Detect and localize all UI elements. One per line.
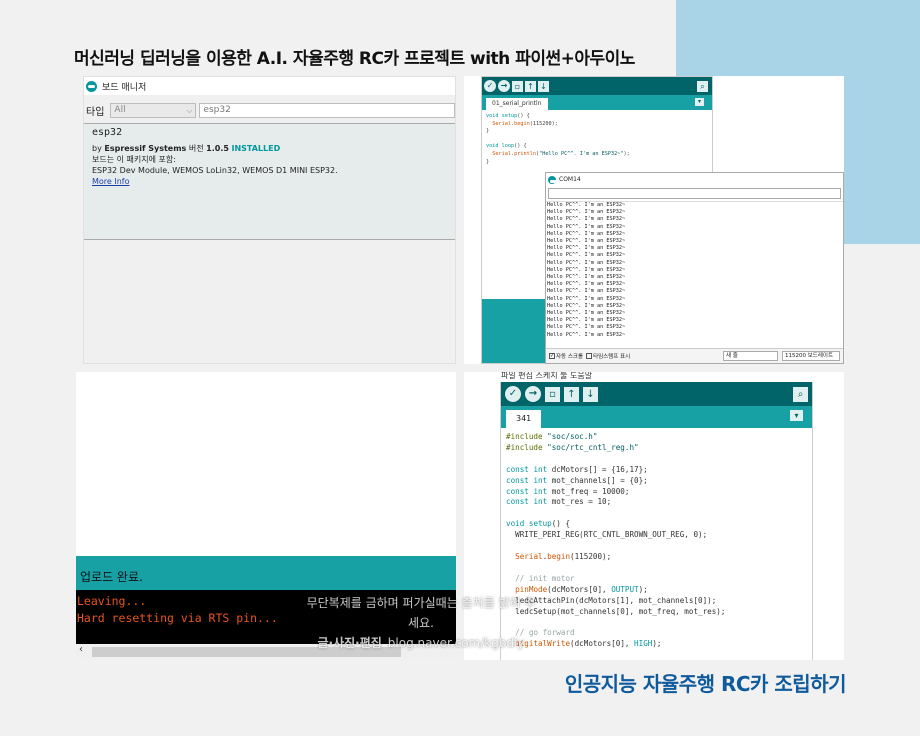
filter-row: 타입 All ⌵ esp32 xyxy=(84,99,455,121)
save-file-icon[interactable]: ↓ xyxy=(583,386,598,402)
serial-output-line: Hello PC^^. I'm an ESP32~ xyxy=(547,238,626,245)
line-ending-select[interactable]: 새 줄 xyxy=(723,351,778,361)
watermark: 무단복제를 금하며 퍼가실때는 출처를 밝혀 주세요. 글·사진·편집 blog.… xyxy=(306,593,536,653)
serial-monitor-icon[interactable]: ⌕ xyxy=(697,80,708,92)
serial-output-line: Hello PC^^. I'm an ESP32~ xyxy=(547,274,626,281)
ide-window: ✓ → ▫ ↑ ↓ ⌕ 341 ▾ #include "soc/soc.h" #… xyxy=(500,382,813,660)
timestamp-checkbox[interactable] xyxy=(586,353,593,359)
code-editor[interactable]: void setup() { Serial.begin(115200); } v… xyxy=(482,110,712,169)
package-meta: by Espressif Systems 버전 1.0.5 INSTALLED xyxy=(92,143,447,154)
upload-status: 업로드 완료. xyxy=(76,556,456,590)
ide-toolbar: ✓ → ▫ ↑ ↓ ⌕ xyxy=(501,382,812,406)
new-file-icon[interactable]: ▫ xyxy=(512,80,523,92)
package-version: 1.0.5 xyxy=(206,144,229,153)
window-titlebar: 보드 매니저 xyxy=(84,77,455,95)
serial-output-line: Hello PC^^. I'm an ESP32~ xyxy=(547,295,626,302)
verify-icon[interactable]: ✓ xyxy=(505,386,521,402)
installed-badge: INSTALLED xyxy=(231,144,281,153)
watermark-line1: 무단복제를 금하며 퍼가실때는 출처를 밝혀 주세요. xyxy=(306,596,536,630)
serial-output-line: Hello PC^^. I'm an ESP32~ xyxy=(547,324,626,331)
window-title: 보드 매니저 xyxy=(102,82,147,93)
upload-icon[interactable]: → xyxy=(498,80,510,92)
serial-output-line: Hello PC^^. I'm an ESP32~ xyxy=(547,331,626,338)
package-name: esp32 xyxy=(92,127,123,138)
code-editor[interactable]: #include "soc/soc.h" #include "soc/rtc_c… xyxy=(501,428,812,660)
serial-title: COM14 xyxy=(559,176,581,183)
serial-panel: ✓ → ▫ ↑ ↓ ⌕ 01_serial_println ▾ void set… xyxy=(464,76,844,364)
open-file-icon[interactable]: ↑ xyxy=(525,80,536,92)
included-label: 보드는 이 패키지에 포함: xyxy=(92,155,176,164)
serial-monitor-window: COM14 Hello PC^^. I'm an ESP32~ Hello PC^… xyxy=(545,172,844,364)
baud-select[interactable]: 115200 보드레이트 xyxy=(782,351,840,361)
tab-menu-icon[interactable]: ▾ xyxy=(790,410,803,421)
version-label: 버전 xyxy=(188,144,204,153)
serial-output-line: Hello PC^^. I'm an ESP32~ xyxy=(547,302,626,309)
by-prefix: by xyxy=(92,144,102,153)
sketch-tab[interactable]: 01_serial_println xyxy=(486,98,548,110)
type-select[interactable]: All ⌵ xyxy=(110,102,197,118)
serial-output-line: Hello PC^^. I'm an ESP32~ xyxy=(547,259,626,266)
ide-toolbar: ✓ → ▫ ↑ ↓ ⌕ xyxy=(482,77,712,95)
serial-output-line: Hello PC^^. I'm an ESP32~ xyxy=(547,223,626,230)
serial-output-line: Hello PC^^. I'm an ESP32~ xyxy=(547,317,626,324)
arduino-logo-icon xyxy=(86,80,97,92)
autoscroll-label: 자동 스크롤 xyxy=(556,354,584,360)
serial-output: Hello PC^^. I'm an ESP32~ Hello PC^^. I'm… xyxy=(546,201,843,341)
serial-output-line: Hello PC^^. I'm an ESP32~ xyxy=(547,266,626,273)
serial-output-line: Hello PC^^. I'm an ESP32~ xyxy=(547,230,626,237)
serial-output-line: Hello PC^^. I'm an ESP32~ xyxy=(547,288,626,295)
serial-output-line: Hello PC^^. I'm an ESP32~ xyxy=(547,252,626,259)
upload-icon[interactable]: → xyxy=(525,386,541,402)
new-file-icon[interactable]: ▫ xyxy=(545,386,560,402)
watermark-credit: 글·사진·편집 xyxy=(317,636,382,650)
serial-output-line: Hello PC^^. I'm an ESP32~ xyxy=(547,310,626,317)
footer-title: 인공지능 자율주행 RC카 조립하기 xyxy=(564,672,847,696)
open-file-icon[interactable]: ↑ xyxy=(564,386,579,402)
type-select-value: All xyxy=(114,104,126,115)
package-card[interactable]: esp32 by Espressif Systems 버전 1.0.5 INST… xyxy=(84,123,455,240)
serial-footer: 자동 스크롤 타임스탬프 표시 새 줄 115200 보드레이트 xyxy=(546,348,843,363)
package-author: Espressif Systems xyxy=(104,144,187,153)
timestamp-label: 타임스탬프 표시 xyxy=(593,354,631,360)
arduino-logo-icon xyxy=(548,176,557,184)
type-label: 타입 xyxy=(86,106,105,118)
more-info-link[interactable]: More Info xyxy=(92,176,447,187)
serial-output-line: Hello PC^^. I'm an ESP32~ xyxy=(547,209,626,216)
menu-bar[interactable]: 파일 편집 스케치 툴 도움말 xyxy=(501,372,592,382)
serial-output-line: Hello PC^^. I'm an ESP32~ xyxy=(547,202,626,208)
page-title: 머신러닝 딥러닝을 이용한 A.I. 자율주행 RC카 프로젝트 with 파이… xyxy=(74,49,635,69)
watermark-line2: 글·사진·편집 blog.naver.com/kgbdiy xyxy=(306,633,536,653)
serial-titlebar: COM14 xyxy=(546,173,843,187)
tab-menu-icon[interactable]: ▾ xyxy=(695,98,704,106)
search-input[interactable]: esp32 xyxy=(199,102,455,118)
verify-icon[interactable]: ✓ xyxy=(484,80,496,92)
chevron-down-icon: ⌵ xyxy=(186,105,193,115)
serial-output-line: Hello PC^^. I'm an ESP32~ xyxy=(547,281,626,288)
board-list: ESP32 Dev Module, WEMOS LoLin32, WEMOS D… xyxy=(92,166,338,175)
serial-send-input[interactable] xyxy=(548,188,841,199)
autoscroll-checkbox[interactable] xyxy=(549,353,555,359)
serial-output-line: Hello PC^^. I'm an ESP32~ xyxy=(547,245,626,252)
save-file-icon[interactable]: ↓ xyxy=(538,80,549,92)
scroll-left-icon[interactable]: ‹ xyxy=(79,644,83,655)
sketch-tab[interactable]: 341 xyxy=(506,410,542,428)
serial-monitor-icon[interactable]: ⌕ xyxy=(793,386,808,402)
watermark-url: blog.naver.com/kgbdiy xyxy=(387,636,525,650)
ide-tabbar: 01_serial_println ▾ xyxy=(482,95,712,110)
board-manager-window: 보드 매니저 타입 All ⌵ esp32 esp32 by Espressif… xyxy=(83,76,456,364)
serial-output-line: Hello PC^^. I'm an ESP32~ xyxy=(547,216,626,223)
ide-tabbar: 341 ▾ xyxy=(501,406,812,428)
